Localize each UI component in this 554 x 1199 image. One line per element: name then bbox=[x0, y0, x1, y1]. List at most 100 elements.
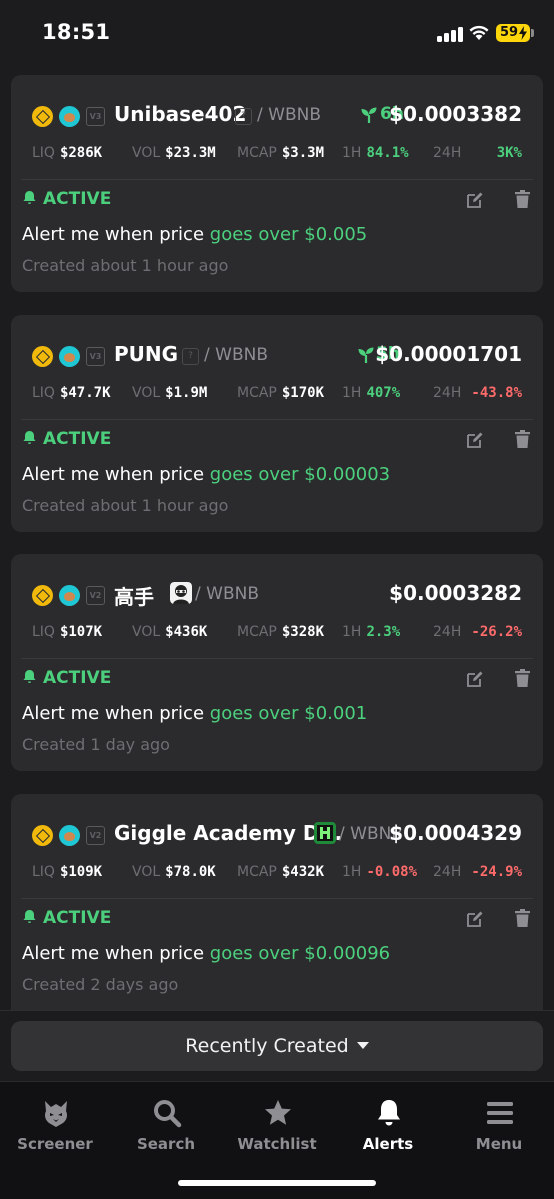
token-avatar-icon bbox=[314, 822, 336, 844]
pair-stats: LIQ $107K VOL $436K MCAP $328K 1H 2.3% 24H -… bbox=[11, 624, 543, 642]
caret-down-icon bbox=[356, 1042, 369, 1049]
trash-icon[interactable] bbox=[515, 190, 530, 208]
bell-icon bbox=[23, 670, 36, 683]
alert-status-label: ACTIVE bbox=[43, 908, 112, 928]
market-cap-value: $3.3M bbox=[281, 145, 325, 161]
sort-dropdown[interactable]: Recently Created bbox=[11, 1021, 543, 1071]
edit-icon[interactable] bbox=[466, 910, 484, 928]
unknown-token-icon: ? bbox=[182, 348, 199, 365]
tab-menu[interactable]: Menu bbox=[444, 1082, 554, 1162]
sort-bar: Recently Created bbox=[0, 1010, 554, 1080]
bell-icon bbox=[23, 191, 36, 204]
volume-value: $436K bbox=[165, 624, 208, 640]
pair-header[interactable]: V3 Unibase402 ? / WBNB 6h $0.0003382 LIQ… bbox=[11, 75, 543, 179]
tab-alerts[interactable]: Alerts bbox=[333, 1082, 443, 1162]
liq-label: LIQ bbox=[32, 385, 55, 401]
alert-status: ACTIVE bbox=[22, 429, 111, 449]
liquidity-value: $286K bbox=[59, 145, 103, 161]
sprout-icon bbox=[361, 107, 377, 123]
trash-icon[interactable] bbox=[515, 430, 530, 448]
alert-card[interactable]: V2 Giggle Academy D... / WBNB $0.0004329… bbox=[11, 794, 543, 1010]
sprout-icon bbox=[358, 347, 374, 363]
edit-icon[interactable] bbox=[466, 670, 484, 688]
alert-condition: goes over $0.005 bbox=[209, 224, 368, 245]
change-1h-value: -0.08% bbox=[366, 864, 418, 880]
alert-status: ACTIVE bbox=[22, 908, 111, 928]
pair-stats: LIQ $47.7K VOL $1.9M MCAP $170K 1H 407% 24H … bbox=[11, 385, 543, 403]
token-price: $0.00001701 bbox=[375, 342, 522, 366]
tab-search[interactable]: Search bbox=[111, 1082, 221, 1162]
edit-icon[interactable] bbox=[466, 431, 484, 449]
mcap-label: MCAP bbox=[237, 624, 277, 640]
tab-watchlist[interactable]: Watchlist bbox=[222, 1082, 332, 1162]
divider bbox=[21, 419, 533, 420]
trash-icon[interactable] bbox=[515, 669, 530, 687]
h24-label: 24H bbox=[433, 385, 462, 401]
liquidity-value: $47.7K bbox=[59, 385, 111, 401]
h24-label: 24H bbox=[433, 864, 462, 880]
token-avatar-icon bbox=[170, 582, 192, 604]
alert-description: Alert me when price goes over $0.00003 bbox=[22, 464, 390, 485]
vol-label: VOL bbox=[132, 624, 161, 640]
h24-label: 24H bbox=[433, 145, 462, 161]
h1-label: 1H bbox=[342, 864, 362, 880]
pair-header[interactable]: V3 PUNG ? / WBNB 5h $0.00001701 LIQ $47.7… bbox=[11, 315, 543, 419]
sort-label: Recently Created bbox=[185, 1035, 349, 1057]
liq-label: LIQ bbox=[32, 864, 55, 880]
bnb-chain-icon bbox=[32, 346, 53, 367]
vol-label: VOL bbox=[132, 385, 161, 401]
volume-value: $23.3M bbox=[165, 145, 216, 161]
change-24h-value: -26.2% bbox=[471, 624, 522, 640]
token-name: PUNG bbox=[114, 342, 179, 366]
created-time: Created about 1 hour ago bbox=[22, 256, 229, 275]
dex-version-badge: V3 bbox=[86, 347, 105, 366]
quote-token: / WBNB bbox=[257, 105, 321, 125]
bell-icon bbox=[378, 1100, 400, 1126]
h1-label: 1H bbox=[342, 145, 362, 161]
dex-version-badge: V2 bbox=[86, 826, 105, 845]
liquidity-value: $107K bbox=[59, 624, 103, 640]
alerts-list[interactable]: V3 Unibase402 ? / WBNB 6h $0.0003382 LIQ… bbox=[0, 0, 554, 1010]
tab-screener[interactable]: Screener bbox=[0, 1082, 110, 1162]
liq-label: LIQ bbox=[32, 624, 55, 640]
liq-label: LIQ bbox=[32, 145, 55, 161]
divider bbox=[21, 898, 533, 899]
change-1h-value: 84.1% bbox=[366, 145, 409, 161]
h1-label: 1H bbox=[342, 624, 362, 640]
mcap-label: MCAP bbox=[237, 864, 277, 880]
change-24h-value: -24.9% bbox=[471, 864, 522, 880]
alert-status-label: ACTIVE bbox=[43, 189, 112, 209]
vol-label: VOL bbox=[132, 145, 161, 161]
dex-version-badge: V3 bbox=[86, 107, 105, 126]
edit-icon[interactable] bbox=[466, 191, 484, 209]
search-icon bbox=[154, 1100, 182, 1128]
market-cap-value: $170K bbox=[281, 385, 325, 401]
trash-icon[interactable] bbox=[515, 909, 530, 927]
alert-card[interactable]: V3 Unibase402 ? / WBNB 6h $0.0003382 LIQ… bbox=[11, 75, 543, 292]
alert-card[interactable]: V3 PUNG ? / WBNB 5h $0.00001701 LIQ $47.7… bbox=[11, 315, 543, 532]
alert-text-prefix: Alert me when price bbox=[22, 224, 210, 245]
alert-condition: goes over $0.001 bbox=[209, 703, 368, 724]
pair-stats: LIQ $286K VOL $23.3M MCAP $3.3M 1H 84.1% 24H… bbox=[11, 145, 543, 163]
alert-card[interactable]: V2 高手 / WBNB $0.0003282 LIQ $107K VOL $436… bbox=[11, 554, 543, 771]
created-time: Created 2 days ago bbox=[22, 975, 179, 994]
home-indicator[interactable] bbox=[178, 1180, 376, 1186]
alert-text-prefix: Alert me when price bbox=[22, 464, 210, 485]
tab-label: Search bbox=[136, 1135, 196, 1153]
volume-value: $78.0K bbox=[165, 864, 216, 880]
alert-status-label: ACTIVE bbox=[43, 668, 112, 688]
pair-stats: LIQ $109K VOL $78.0K MCAP $432K 1H -0.08% 24… bbox=[11, 864, 543, 882]
alert-description: Alert me when price goes over $0.005 bbox=[22, 224, 367, 245]
alert-status-label: ACTIVE bbox=[43, 429, 112, 449]
token-name: Unibase402 bbox=[114, 102, 247, 126]
alert-text-prefix: Alert me when price bbox=[22, 943, 210, 964]
tab-label: Alerts bbox=[362, 1135, 414, 1153]
pair-header[interactable]: V2 Giggle Academy D... / WBNB $0.0004329… bbox=[11, 794, 543, 898]
bnb-chain-icon bbox=[32, 585, 53, 606]
bell-icon bbox=[23, 910, 36, 923]
h1-label: 1H bbox=[342, 385, 362, 401]
star-icon bbox=[265, 1100, 291, 1125]
pair-header[interactable]: V2 高手 / WBNB $0.0003282 LIQ $107K VOL $436… bbox=[11, 554, 543, 658]
alert-description: Alert me when price goes over $0.00096 bbox=[22, 943, 390, 964]
bell-icon bbox=[23, 431, 36, 444]
